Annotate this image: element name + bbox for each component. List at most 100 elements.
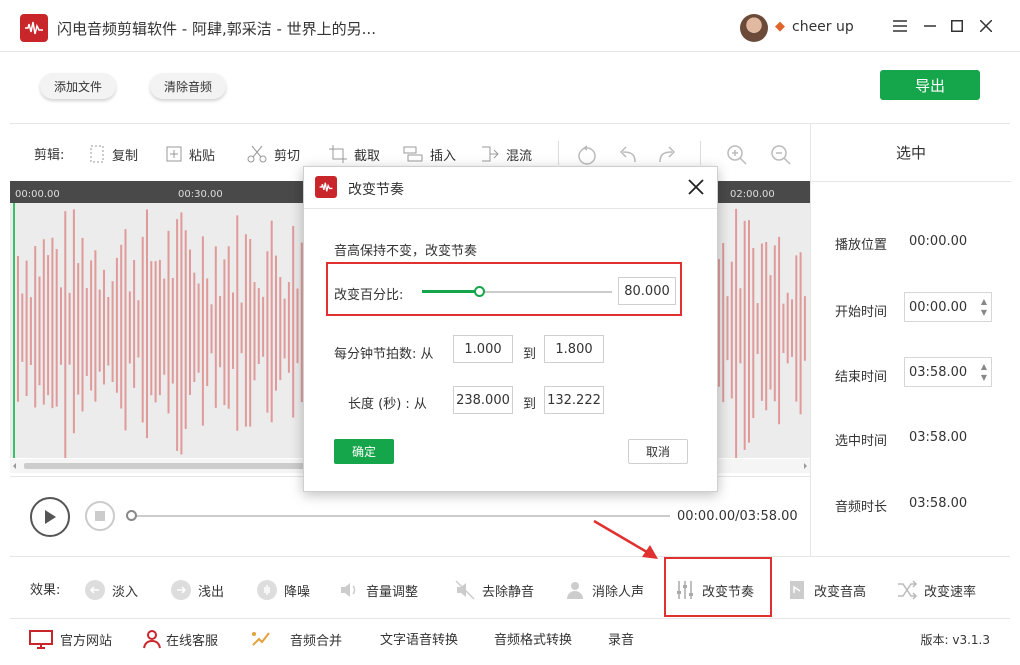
length-to-input[interactable]: 132.222	[544, 386, 604, 414]
user-name[interactable]: cheer up	[792, 19, 854, 35]
close-icon[interactable]	[974, 14, 998, 38]
denoise-icon	[256, 579, 278, 601]
stop-icon	[95, 511, 105, 521]
crop-icon	[329, 145, 347, 163]
ruler-tick: 02:00.00	[730, 189, 775, 200]
merge-icon	[252, 632, 270, 646]
bpm-to-input[interactable]: 1.800	[544, 335, 604, 363]
tempo-dialog: 改变节奏 音高保持不变，改变节奏 改变百分比: 80.000 每分钟节拍数: 从…	[303, 166, 718, 492]
percent-slider-knob[interactable]	[474, 286, 485, 297]
time-readout: 00:00.00/03:58.00	[677, 509, 798, 524]
cancel-button[interactable]: 取消	[628, 439, 688, 464]
vip-diamond-icon: ◆	[775, 19, 785, 34]
footer-bar: 官方网站 在线客服 音频合并 文字语音转换 音频格式转换 录音 版本: v3.1…	[10, 618, 1010, 658]
effects-label: 效果:	[30, 583, 61, 598]
pitch-icon	[786, 579, 808, 601]
clear-audio-button[interactable]: 清除音频	[150, 73, 227, 99]
version-label: 版本: v3.1.3	[920, 633, 991, 647]
selected-time-label: 选中时间	[835, 434, 888, 449]
online-service-label: 在线客服	[166, 633, 219, 649]
percent-input[interactable]: 80.000	[618, 277, 676, 305]
text-speech-link[interactable]: 文字语音转换	[380, 629, 458, 648]
minimize-icon[interactable]	[918, 14, 942, 38]
play-position-value: 00:00.00	[909, 234, 968, 249]
paste-button[interactable]: 粘贴	[165, 144, 215, 164]
length-from-input[interactable]: 238.000	[453, 386, 513, 414]
bpm-from-input[interactable]: 1.000	[453, 335, 513, 363]
zoom-out-icon	[771, 145, 791, 165]
scroll-left-icon	[13, 463, 16, 469]
official-site-link[interactable]: 官方网站	[28, 629, 112, 649]
add-file-button[interactable]: 添加文件	[40, 73, 117, 99]
insert-label: 插入	[430, 148, 457, 164]
start-time-spinner[interactable]: 00:00.00 ▲ ▼	[904, 292, 992, 322]
undo-button[interactable]	[617, 144, 645, 166]
fade-out-button[interactable]: 浅出	[170, 579, 224, 601]
start-time-label: 开始时间	[835, 305, 888, 320]
spin-up-icon[interactable]: ▲	[981, 296, 987, 307]
online-service-link[interactable]: 在线客服	[142, 629, 218, 649]
dialog-close-icon[interactable]	[688, 176, 704, 200]
official-site-label: 官方网站	[60, 633, 113, 649]
remove-silence-button[interactable]: 去除静音	[454, 579, 534, 601]
toolbar-divider	[700, 141, 701, 165]
start-time-value[interactable]: 00:00.00	[909, 300, 967, 315]
annotation-arrow-icon	[593, 519, 658, 559]
stop-button[interactable]	[85, 501, 115, 531]
redo-button[interactable]	[656, 144, 684, 166]
maximize-icon[interactable]	[945, 14, 969, 38]
remove-silence-label: 去除静音	[482, 584, 535, 600]
copy-label: 复制	[112, 148, 139, 164]
spin-up-icon[interactable]: ▲	[981, 361, 987, 372]
copy-button[interactable]: 复制	[88, 144, 138, 164]
play-button[interactable]	[30, 497, 70, 537]
toolbar-label: 剪辑:	[34, 148, 65, 163]
end-time-value[interactable]: 03:58.00	[909, 365, 967, 380]
side-panel-title: 选中	[811, 124, 1011, 182]
title-bar: 闪电音频剪辑软件 - 阿肆,郭采洁 - 世界上的另... ◆ cheer up	[0, 0, 1020, 52]
undo-icon	[619, 146, 636, 163]
progress-track[interactable]	[130, 515, 670, 517]
export-button[interactable]: 导出	[880, 70, 980, 100]
duration-value: 03:58.00	[909, 496, 968, 511]
redo-icon	[659, 146, 676, 163]
progress-knob[interactable]	[126, 510, 137, 521]
zoom-in-button[interactable]	[726, 144, 754, 166]
cut-label: 剪切	[274, 148, 301, 164]
duration-label: 音频时长	[835, 500, 888, 515]
confirm-button[interactable]: 确定	[334, 439, 394, 464]
audio-merge-link[interactable]: 音频合并	[250, 629, 342, 649]
end-time-spinner[interactable]: 03:58.00 ▲ ▼	[904, 357, 992, 387]
vocal-remove-icon	[564, 579, 586, 601]
menu-icon[interactable]	[888, 14, 912, 38]
avatar[interactable]	[740, 14, 768, 42]
insert-button[interactable]: 插入	[402, 144, 456, 164]
mix-label: 混流	[506, 148, 533, 164]
mix-button[interactable]: 混流	[480, 144, 532, 164]
zoom-out-button[interactable]	[770, 144, 798, 166]
remove-vocal-button[interactable]: 消除人声	[564, 579, 644, 601]
spin-down-icon[interactable]: ▼	[981, 307, 987, 318]
fade-out-label: 浅出	[198, 584, 225, 600]
record-link[interactable]: 录音	[608, 629, 634, 648]
dialog-logo-icon	[315, 176, 337, 198]
remove-vocal-label: 消除人声	[592, 584, 645, 600]
end-time-label: 结束时间	[835, 370, 888, 385]
crop-button[interactable]: 截取	[328, 144, 380, 164]
loop-button[interactable]	[576, 144, 604, 166]
spin-down-icon[interactable]: ▼	[981, 372, 987, 383]
dialog-header: 改变节奏	[304, 167, 717, 209]
denoise-button[interactable]: 降噪	[256, 579, 310, 601]
format-convert-link[interactable]: 音频格式转换	[494, 629, 572, 648]
ruler-tick: 00:00.00	[15, 189, 60, 200]
change-speed-label: 改变速率	[924, 584, 977, 600]
volume-button[interactable]: 音量调整	[338, 579, 418, 601]
window-title: 闪电音频剪辑软件 - 阿肆,郭采洁 - 世界上的另...	[57, 20, 376, 38]
cut-button[interactable]: 剪切	[246, 144, 300, 164]
speed-icon	[896, 579, 918, 601]
change-pitch-button[interactable]: 改变音高	[786, 579, 866, 601]
change-speed-button[interactable]: 改变速率	[896, 579, 976, 601]
app-logo-icon	[20, 14, 48, 42]
toolbar-divider	[558, 141, 559, 165]
fade-in-button[interactable]: 淡入	[84, 579, 138, 601]
